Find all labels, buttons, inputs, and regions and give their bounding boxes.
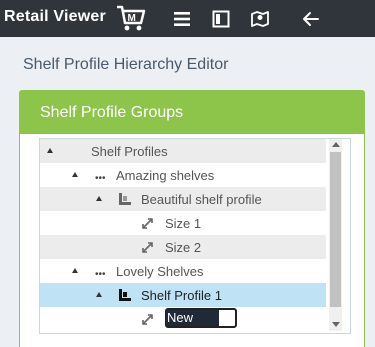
group-dots-icon: ••• bbox=[95, 269, 106, 280]
back-arrow-icon[interactable] bbox=[301, 9, 321, 29]
resize-icon bbox=[142, 242, 153, 253]
scrollbar-thumb[interactable] bbox=[330, 152, 341, 307]
expand-toggle-icon[interactable] bbox=[72, 268, 78, 273]
shelf-profile-icon bbox=[119, 193, 131, 205]
hierarchy-tree: Shelf Profiles ••• Amazing shelves Beaut… bbox=[39, 138, 351, 334]
resize-icon bbox=[142, 314, 153, 325]
panel-title: Shelf Profile Groups bbox=[20, 91, 364, 134]
tree-node-root[interactable]: Shelf Profiles bbox=[40, 139, 326, 163]
app-logo: Retail Viewer bbox=[4, 8, 106, 25]
shelf-profile-icon bbox=[119, 289, 131, 301]
cart-logo-icon: M bbox=[117, 5, 146, 31]
tree-node-group[interactable]: ••• Lovely Shelves bbox=[40, 259, 326, 283]
resize-icon bbox=[142, 218, 153, 229]
tree-scrollbar[interactable] bbox=[329, 139, 342, 331]
expand-toggle-icon[interactable] bbox=[96, 196, 102, 201]
expand-toggle-icon[interactable] bbox=[72, 172, 78, 177]
group-dots-icon: ••• bbox=[95, 173, 106, 184]
scroll-up-icon[interactable] bbox=[332, 142, 340, 147]
tree-node-label: Beautiful shelf profile bbox=[141, 192, 262, 207]
top-bar: Retail Viewer M bbox=[0, 0, 375, 37]
tree-node-label: Amazing shelves bbox=[116, 168, 215, 183]
tree-node-profile-selected[interactable]: Shelf Profile 1 bbox=[40, 283, 326, 307]
map-icon[interactable] bbox=[250, 9, 270, 29]
tree-node-label: Size 2 bbox=[165, 240, 202, 255]
sidebar-toggle-icon[interactable] bbox=[211, 9, 231, 29]
tree-node-label: Shelf Profiles bbox=[91, 144, 168, 159]
tree-node-size[interactable]: Size 1 bbox=[40, 211, 326, 235]
expand-toggle-icon[interactable] bbox=[96, 292, 102, 297]
tree-node-group[interactable]: ••• Amazing shelves bbox=[40, 163, 326, 187]
tree-node-label: Lovely Shelves bbox=[116, 264, 204, 279]
tree-node-profile[interactable]: Beautiful shelf profile bbox=[40, 187, 326, 211]
shelf-profile-groups-panel: Shelf Profile Groups Shelf Profiles ••• … bbox=[19, 90, 365, 347]
logo-badge: M bbox=[128, 13, 136, 24]
tree-node-label: Shelf Profile 1 bbox=[141, 288, 222, 303]
scroll-down-icon[interactable] bbox=[332, 322, 340, 327]
tree-node-label: Size 1 bbox=[165, 216, 202, 231]
menu-icon[interactable] bbox=[172, 9, 192, 29]
tree-node-size[interactable]: Size 2 bbox=[40, 235, 326, 259]
expand-toggle-icon[interactable] bbox=[47, 148, 53, 153]
page-title: Shelf Profile Hierarchy Editor bbox=[23, 56, 229, 73]
node-rename-input[interactable] bbox=[165, 308, 237, 328]
